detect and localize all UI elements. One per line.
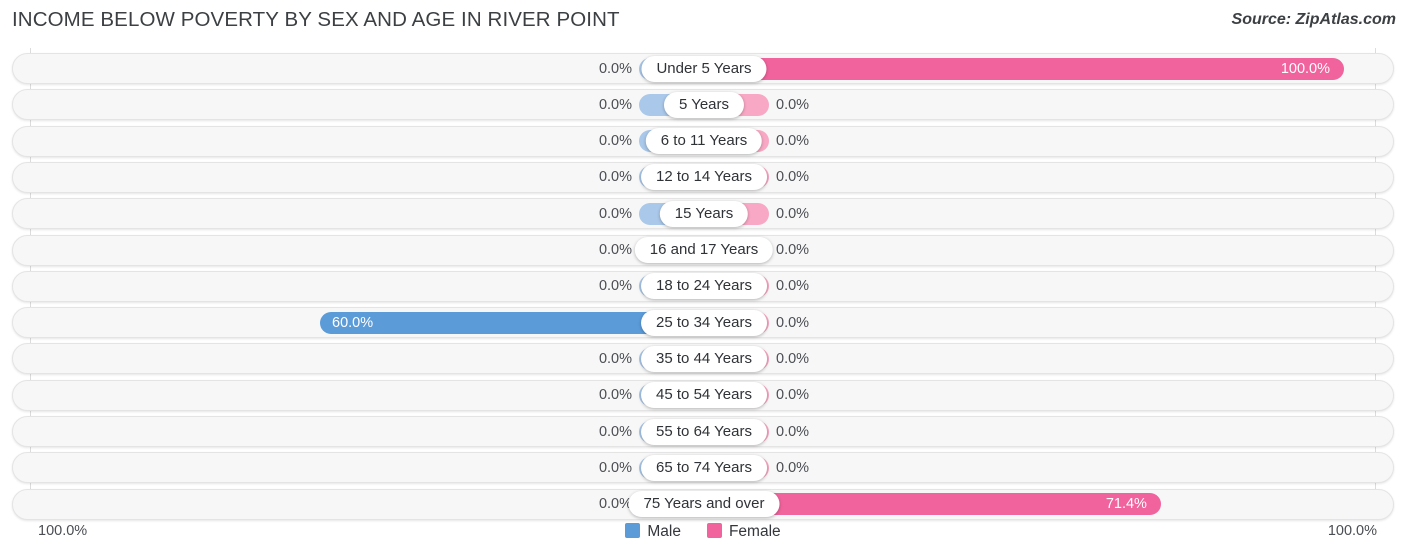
age-group-label: 35 to 44 Years bbox=[641, 345, 767, 372]
bar-female[interactable]: 100.0% bbox=[704, 57, 1344, 80]
value-label-male: 0.0% bbox=[598, 242, 632, 258]
legend-item-male[interactable]: Male bbox=[625, 523, 681, 541]
value-label-female: 0.0% bbox=[776, 133, 810, 150]
table-row[interactable]: 0.0% 0.0% 35 to 44 Years bbox=[12, 343, 1394, 375]
table-row[interactable]: 0.0% 71.4% 75 Years and over bbox=[12, 488, 1394, 520]
value-label-male: 60.0% bbox=[332, 314, 374, 331]
value-label-female: 0.0% bbox=[776, 423, 810, 440]
chart-legend: Male Female bbox=[0, 523, 1406, 541]
table-row[interactable]: 0.0% 0.0% 55 to 64 Years bbox=[12, 416, 1394, 447]
age-group-label: 15 Years bbox=[659, 200, 749, 227]
value-label-male: 0.0% bbox=[598, 169, 632, 186]
age-group-label: 25 to 34 Years bbox=[641, 309, 767, 336]
value-label-male: 0.0% bbox=[598, 459, 632, 476]
value-label-male: 0.0% bbox=[598, 278, 632, 295]
value-label-male: 0.0% bbox=[598, 60, 632, 77]
legend-swatch-male-icon bbox=[625, 523, 641, 538]
age-group-label: 18 to 24 Years bbox=[641, 273, 767, 300]
table-row[interactable]: 0.0% 0.0% 65 to 74 Years bbox=[12, 452, 1394, 484]
age-group-label: 45 to 54 Years bbox=[641, 382, 767, 409]
value-label-male: 0.0% bbox=[598, 350, 632, 367]
chart-plot-area: 0.0% 100.0% Under 5 Years 0.0% 0.0% 5 Years 0.… bbox=[0, 48, 1406, 520]
legend-label-female: Female bbox=[728, 523, 781, 540]
value-label-female: 0.0% bbox=[776, 205, 810, 222]
value-label-female: 0.0% bbox=[776, 314, 810, 331]
age-group-label: Under 5 Years bbox=[641, 55, 767, 82]
table-row[interactable]: 0.0% 0.0% 16 and 17 Years bbox=[12, 234, 1394, 266]
page-title: INCOME BELOW POVERTY BY SEX AND AGE IN R… bbox=[12, 8, 620, 31]
value-label-female: 0.0% bbox=[776, 96, 810, 113]
value-label-female: 0.0% bbox=[776, 242, 810, 258]
value-label-female: 0.0% bbox=[776, 459, 810, 476]
legend-item-female[interactable]: Female bbox=[706, 523, 781, 541]
source-label: Source: ZipAtlas.com bbox=[1231, 11, 1396, 28]
table-row[interactable]: 0.0% 100.0% Under 5 Years bbox=[12, 53, 1394, 84]
legend-label-male: Male bbox=[647, 523, 681, 540]
age-group-label: 12 to 14 Years bbox=[641, 164, 767, 191]
table-row[interactable]: 0.0% 0.0% 12 to 14 Years bbox=[12, 161, 1394, 193]
legend-swatch-female-icon bbox=[706, 523, 722, 538]
table-row[interactable]: 0.0% 0.0% 18 to 24 Years bbox=[12, 270, 1394, 302]
value-label-male: 0.0% bbox=[598, 205, 632, 222]
value-label-male: 0.0% bbox=[598, 423, 632, 440]
value-label-female: 0.0% bbox=[776, 387, 810, 404]
age-group-label: 6 to 11 Years bbox=[645, 128, 763, 155]
value-label-female: 0.0% bbox=[776, 350, 810, 367]
value-label-male: 0.0% bbox=[598, 96, 632, 113]
value-label-female: 71.4% bbox=[1105, 496, 1147, 513]
table-row[interactable]: 0.0% 0.0% 45 to 54 Years bbox=[12, 379, 1394, 411]
value-label-male: 0.0% bbox=[598, 496, 632, 513]
value-label-female: 100.0% bbox=[1280, 60, 1330, 77]
table-row[interactable]: 60.0% 0.0% 25 to 34 Years bbox=[12, 307, 1394, 339]
value-label-male: 0.0% bbox=[598, 387, 632, 404]
table-row[interactable]: 0.0% 0.0% 6 to 11 Years bbox=[12, 125, 1394, 157]
value-label-female: 0.0% bbox=[776, 169, 810, 186]
table-row[interactable]: 0.0% 0.0% 15 Years bbox=[12, 198, 1394, 230]
value-label-female: 0.0% bbox=[776, 278, 810, 295]
chart-footer: 100.0% 100.0% Male Female bbox=[0, 520, 1406, 558]
age-group-label: 75 Years and over bbox=[628, 491, 780, 518]
age-group-label: 5 Years bbox=[663, 91, 745, 118]
age-group-label: 55 to 64 Years bbox=[641, 418, 767, 445]
chart-header: INCOME BELOW POVERTY BY SEX AND AGE IN R… bbox=[0, 0, 1406, 42]
value-label-male: 0.0% bbox=[598, 133, 632, 150]
table-row[interactable]: 0.0% 0.0% 5 Years bbox=[12, 89, 1394, 121]
age-group-label: 16 and 17 Years bbox=[634, 237, 774, 263]
age-group-label: 65 to 74 Years bbox=[641, 454, 767, 481]
